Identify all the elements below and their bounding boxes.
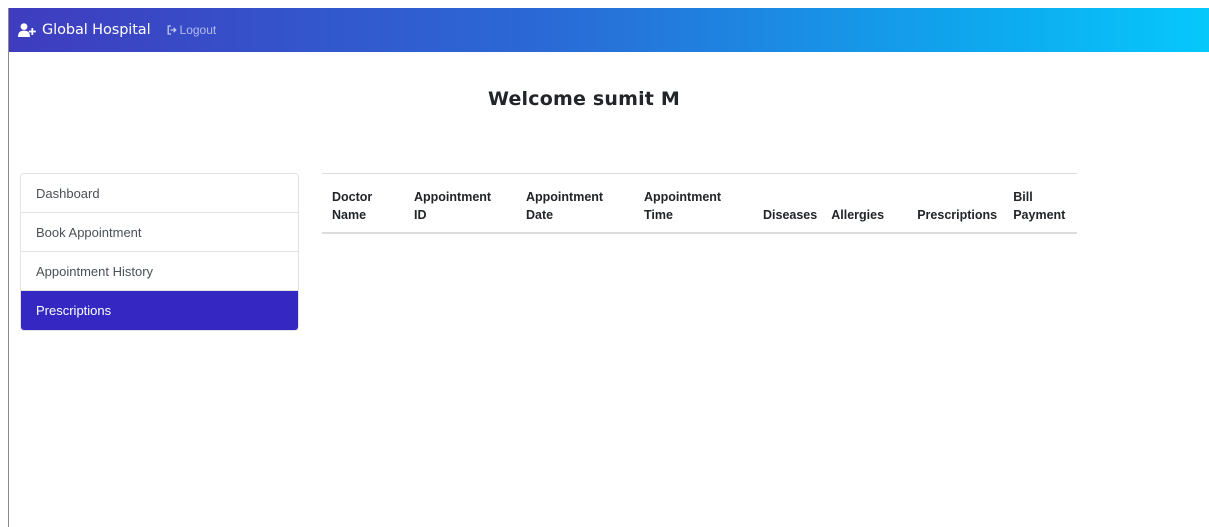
sidebar-item-prescriptions[interactable]: Prescriptions xyxy=(21,291,298,330)
column-header-appointment-date: Appointment Date xyxy=(516,173,634,234)
sidebar-menu: Dashboard Book Appointment Appointment H… xyxy=(20,173,299,331)
sidebar-item-book-appointment[interactable]: Book Appointment xyxy=(21,213,298,252)
column-header-allergies: Allergies xyxy=(821,173,908,234)
sign-out-icon xyxy=(167,25,177,35)
column-header-appointment-time: Appointment Time xyxy=(634,173,753,234)
sidebar-item-label: Prescriptions xyxy=(36,303,112,318)
sidebar-item-appointment-history[interactable]: Appointment History xyxy=(21,252,298,291)
sidebar-item-label: Appointment History xyxy=(36,263,154,279)
logout-label: Logout xyxy=(179,23,217,37)
sidebar-item-dashboard[interactable]: Dashboard xyxy=(21,174,298,213)
user-plus-icon xyxy=(18,23,36,37)
column-header-prescriptions: Prescriptions xyxy=(907,173,1004,234)
column-header-appointment-id: Appointment ID xyxy=(404,173,516,234)
sidebar-item-label: Dashboard xyxy=(36,185,100,201)
column-header-bill-payment: Bill Payment xyxy=(1003,173,1077,234)
column-header-doctor-name: Doctor Name xyxy=(322,173,404,234)
prescriptions-table: Doctor Name Appointment ID Appointment D… xyxy=(322,173,1077,234)
logout-link[interactable]: Logout xyxy=(167,23,217,37)
brand-link[interactable]: Global Hospital xyxy=(18,22,151,38)
sidebar-item-label: Book Appointment xyxy=(36,224,142,240)
welcome-heading: Welcome sumit M xyxy=(487,88,681,110)
brand-name: Global Hospital xyxy=(42,22,151,38)
table-header-row: Doctor Name Appointment ID Appointment D… xyxy=(322,173,1077,234)
window-edge xyxy=(8,8,9,527)
top-navbar: Global Hospital Logout xyxy=(9,8,1209,52)
prescriptions-table-container: Doctor Name Appointment ID Appointment D… xyxy=(322,173,1077,234)
column-header-diseases: Diseases xyxy=(753,173,822,234)
